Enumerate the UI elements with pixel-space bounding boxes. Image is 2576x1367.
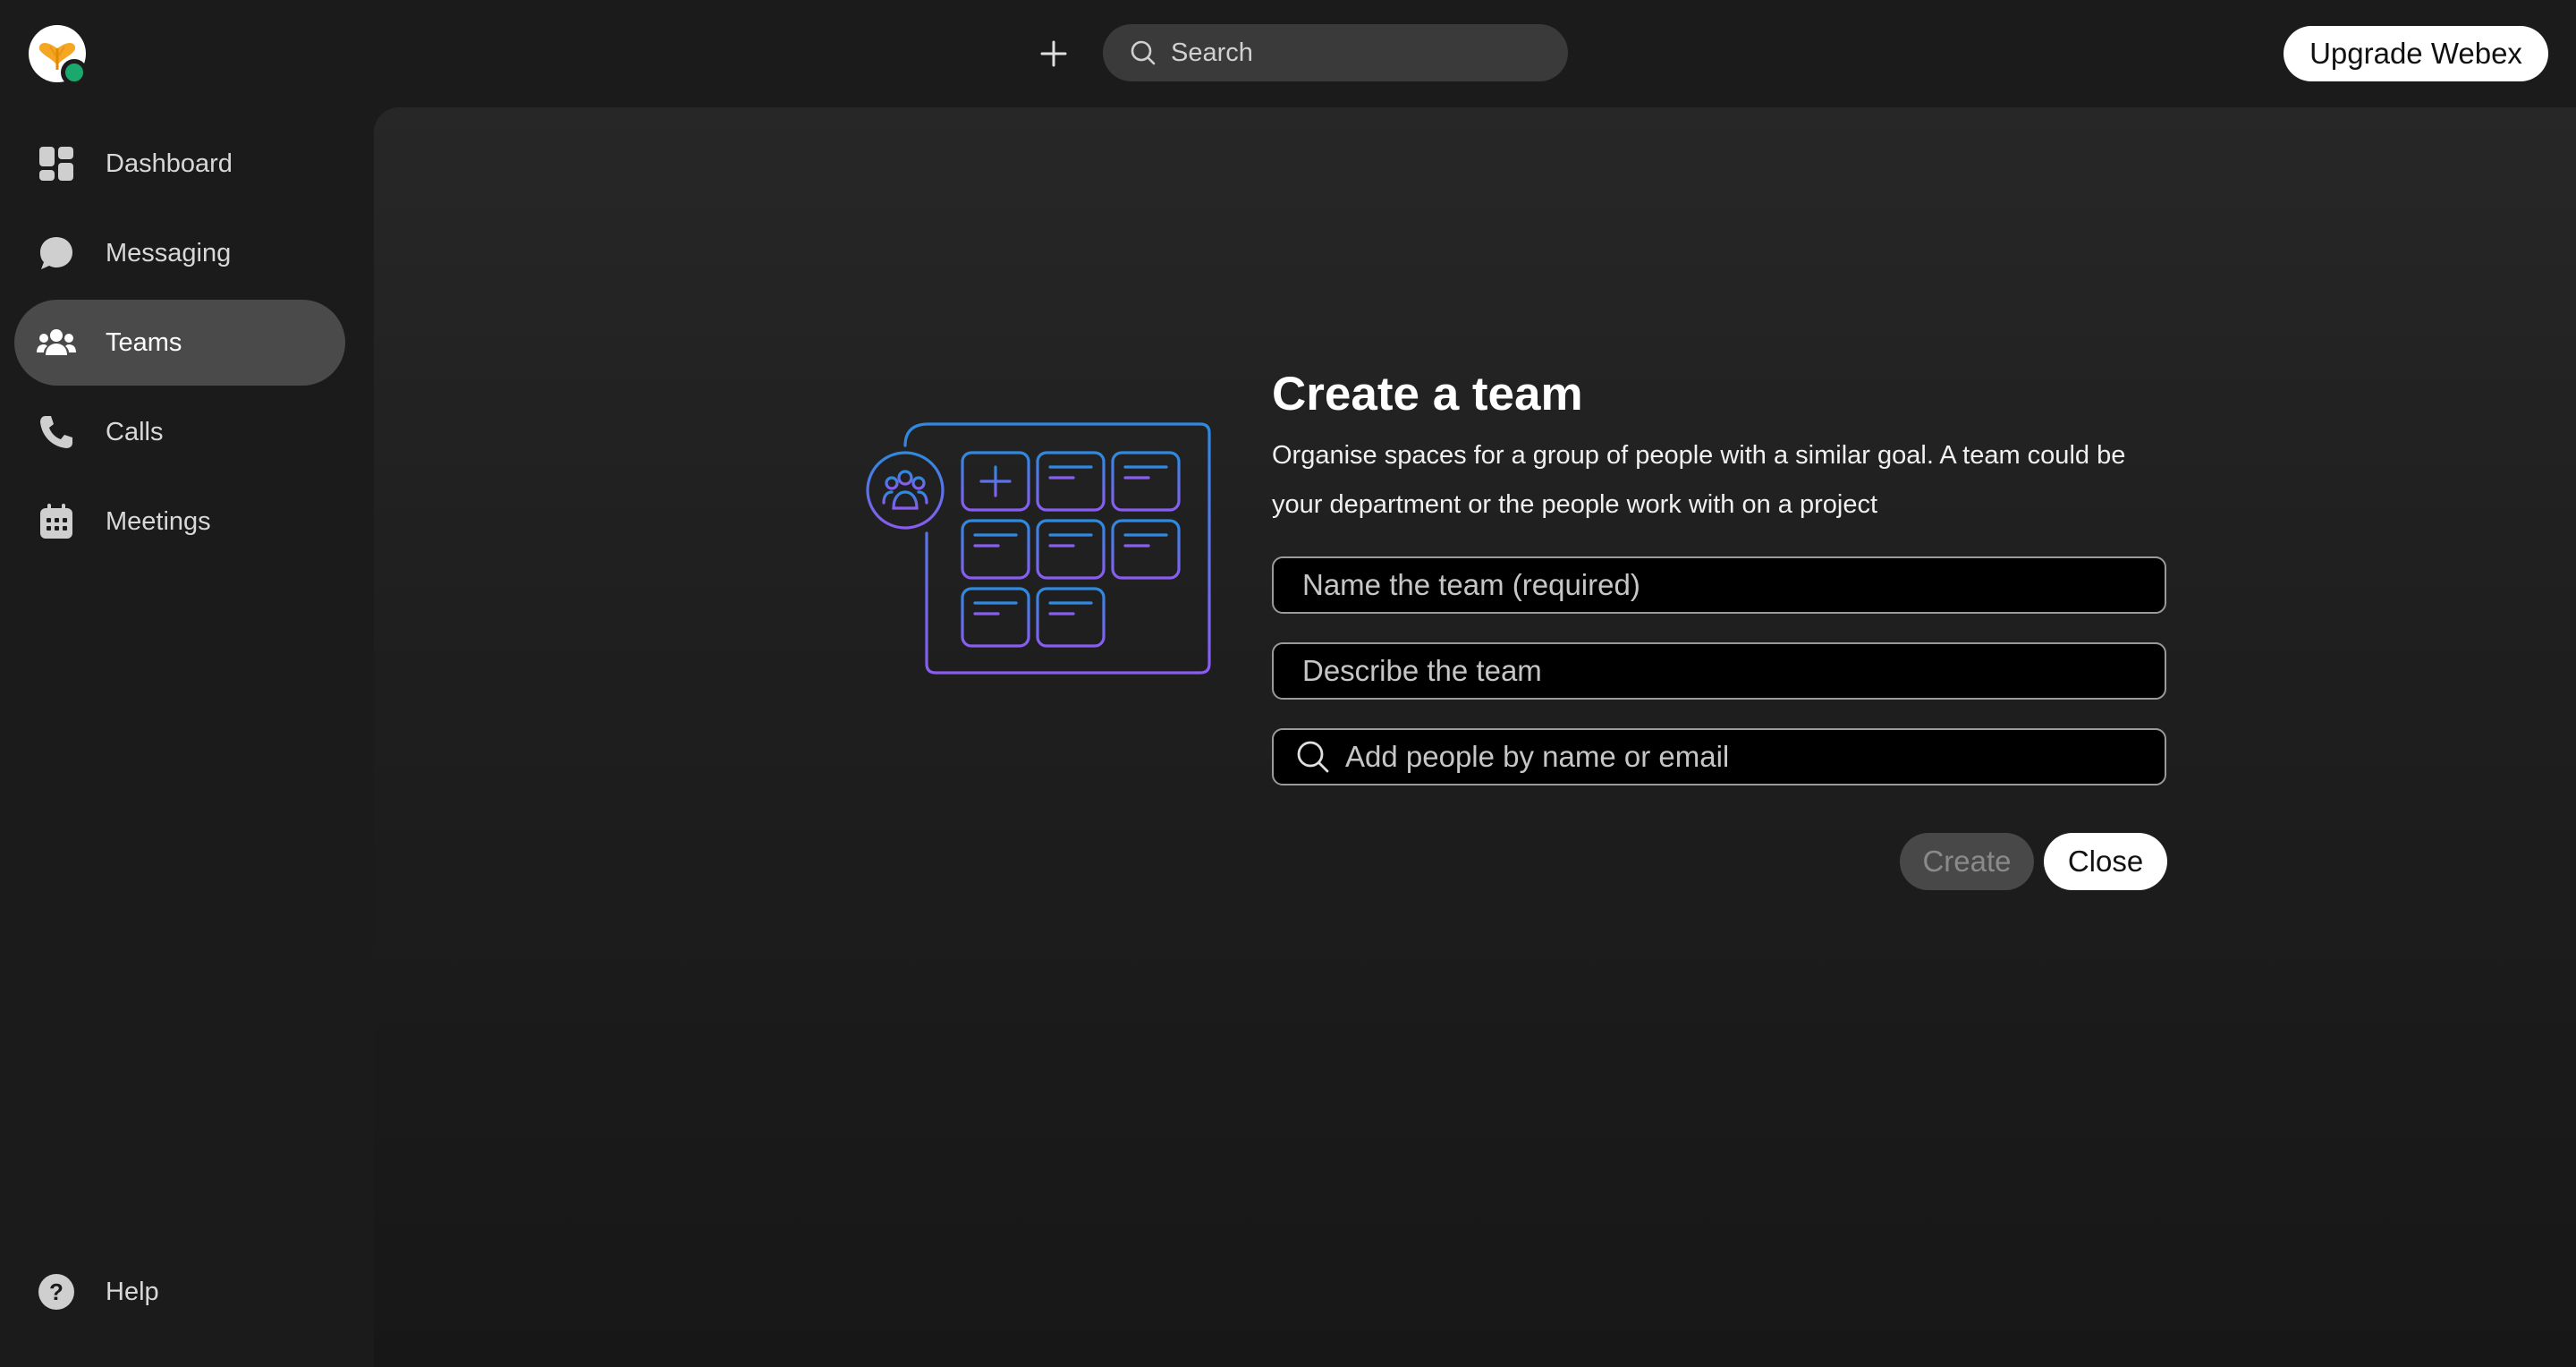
new-item-button[interactable] [1034, 34, 1073, 73]
calendar-icon [36, 501, 77, 542]
sidebar-item-meetings[interactable]: Meetings [14, 479, 345, 565]
search-icon [1131, 40, 1156, 65]
global-search-bar[interactable]: Search [1103, 24, 1568, 81]
sidebar-item-messaging[interactable]: Messaging [14, 210, 345, 296]
sidebar-item-help[interactable]: ? Help [14, 1249, 345, 1335]
sidebar-item-label: Dashboard [106, 149, 233, 178]
sidebar-item-teams[interactable]: Teams [14, 300, 345, 386]
create-button[interactable]: Create [1900, 833, 2034, 890]
sidebar-item-calls[interactable]: Calls [14, 389, 345, 475]
close-button[interactable]: Close [2044, 833, 2167, 890]
chat-bubble-icon [36, 233, 77, 274]
phone-icon [36, 412, 77, 453]
sidebar-item-dashboard[interactable]: Dashboard [14, 121, 345, 207]
team-name-placeholder: Name the team (required) [1302, 568, 1640, 601]
search-label: Search [1171, 38, 1253, 67]
teams-illustration [866, 422, 1211, 675]
help-icon: ? [36, 1271, 77, 1312]
sidebar-item-label: Teams [106, 327, 182, 357]
dialog-description: Organise spaces for a group of people wi… [1272, 441, 2126, 519]
search-icon [1297, 741, 1329, 773]
people-group-icon [36, 322, 77, 363]
upgrade-webex-button[interactable]: Upgrade Webex [2284, 26, 2548, 81]
dashboard-icon [36, 143, 77, 184]
add-people-field[interactable]: Add people by name or email [1272, 728, 2166, 785]
webex-app-window: Search Upgrade Webex Dashboard Messaging [0, 0, 2576, 1367]
presence-status-dot [61, 59, 88, 86]
sidebar-item-label: Help [106, 1277, 159, 1306]
sidebar-item-label: Calls [106, 417, 164, 446]
dialog-title: Create a team [1272, 368, 1583, 420]
plus-icon [1040, 40, 1067, 67]
sidebar-item-label: Messaging [106, 238, 232, 267]
svg-text:?: ? [49, 1278, 64, 1305]
team-description-field[interactable]: Describe the team [1272, 642, 2166, 700]
sidebar-item-label: Meetings [106, 506, 211, 536]
add-people-placeholder: Add people by name or email [1345, 740, 1730, 773]
team-name-field[interactable]: Name the team (required) [1272, 556, 2166, 614]
team-description-placeholder: Describe the team [1302, 654, 1542, 687]
